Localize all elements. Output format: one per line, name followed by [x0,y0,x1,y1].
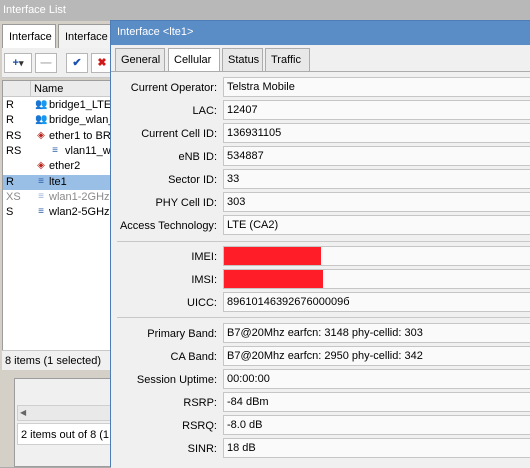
ethernet-icon: ◈ [37,160,45,172]
interface-table: Name R 👥 bridge1_LTE R 👥 bridge_wlan_ RS ◈ ether… [2,80,119,370]
add-button[interactable]: +▾ [4,53,32,73]
close-icon: ✖ [97,57,107,69]
current-operator-label: Current Operator: [130,82,217,94]
bridge-icon: 👥 [35,99,48,110]
secondary-list-panel: ◀ 2 items out of 8 (1 s [14,378,118,467]
phy-cell-id-field[interactable]: 303 [223,192,530,212]
ca-band-label: CA Band: [170,351,217,363]
column-header-name[interactable]: Name [34,83,63,95]
scroll-left-icon[interactable]: ◀ [20,408,26,417]
minus-icon: — [40,57,52,69]
imei-field[interactable] [223,246,530,266]
imsi-field[interactable] [223,269,530,289]
ca-band-field[interactable]: B7@20Mhz earfcn: 2950 phy-cellid: 342 [223,346,530,366]
section-divider [117,241,530,242]
row-name: ether2 [49,160,81,173]
sector-id-field[interactable]: 33 [223,169,530,189]
cellular-tab-panel: Current Operator: Telstra Mobile LAC: 12… [111,71,530,468]
row-name: vlan11_w [65,144,111,157]
row-name: wlan1-2GHz [49,190,110,203]
uicc-label: UICC: [187,297,217,309]
imei-label: IMEI: [191,251,217,263]
interface-dialog: Interface <lte1> General Cellular Status… [110,20,530,468]
primary-band-field[interactable]: B7@20Mhz earfcn: 3148 phy-cellid: 303 [223,323,530,343]
section-divider [117,317,530,318]
rsrq-field[interactable]: -8.0 dB [223,415,530,435]
window-title: Interface List [0,0,530,21]
rsrq-label: RSRQ: [182,420,217,432]
row-name: wlan2-5GHz [49,206,110,219]
current-cell-id-label: Current Cell ID: [141,128,217,140]
imsi-redaction [224,270,323,288]
row-flags: R [6,175,14,188]
enable-button[interactable]: ✔ [66,53,88,73]
list-status-bar: 8 items (1 selected) [2,350,118,370]
row-flags: RS [6,129,22,142]
phy-cell-id-label: PHY Cell ID: [155,197,217,209]
enb-id-field[interactable]: 534887 [223,146,530,166]
list-toolbar: +▾ — ✔ ✖ [2,48,118,78]
session-uptime-label: Session Uptime: [136,374,217,386]
row-name: lte1 [49,175,67,188]
rsrp-label: RSRP: [183,397,217,409]
table-row[interactable]: RS ◈ ether1 to BR [3,129,119,144]
rsrp-field[interactable]: -84 dBm [223,392,530,412]
tab-traffic[interactable]: Traffic [265,48,310,71]
table-row[interactable]: R 👥 bridge_wlan_ [3,113,119,128]
access-technology-field[interactable]: LTE (CA2) [223,215,530,235]
tab-status[interactable]: Status [222,48,263,71]
wireless-icon: ≡ [38,190,44,202]
session-uptime-field[interactable]: 00:00:00 [223,369,530,389]
row-flags: RS [6,144,22,157]
row-name: bridge1_LTE [49,99,112,111]
table-row[interactable]: R ≡ lte1 [3,174,119,190]
row-name: ether1 to BR [49,129,111,142]
lac-field[interactable]: 12407 [223,100,530,120]
tab-cellular[interactable]: Cellular [168,48,220,72]
chevron-down-icon: ▾ [18,58,24,68]
sector-id-label: Sector ID: [168,174,217,186]
row-name: bridge_wlan_ [49,114,115,127]
ethernet-icon: ◈ [37,129,45,141]
remove-button[interactable]: — [35,53,57,73]
row-flags: XS [6,190,21,203]
dialog-title: Interface <lte1> [111,21,530,45]
current-operator-field[interactable]: Telstra Mobile [223,77,530,97]
enb-id-label: eNB ID: [178,151,217,163]
column-divider [30,81,31,97]
tab-general[interactable]: General [115,48,165,71]
access-technology-label: Access Technology: [119,220,217,232]
wireless-icon: ≡ [38,206,44,218]
horizontal-scrollbar[interactable]: ◀ [17,405,117,421]
table-row[interactable]: S ≡ wlan2-5GHz [3,205,119,220]
tab-interface-2[interactable]: Interface [58,24,118,48]
tab-interface[interactable]: Interface [2,24,56,48]
table-header: Name [3,81,119,97]
table-row[interactable]: ◈ ether2 [3,159,119,174]
check-icon: ✔ [72,57,82,69]
sinr-label: SINR: [187,443,217,455]
secondary-status-bar: 2 items out of 8 (1 s [17,423,117,445]
primary-band-label: Primary Band: [147,328,217,340]
lte-icon: ≡ [38,175,44,187]
table-row[interactable]: R 👥 bridge1_LTE [3,98,119,113]
table-row[interactable]: XS ≡ wlan1-2GHz [3,190,119,205]
imei-redaction [224,247,321,265]
imsi-label: IMSI: [191,274,217,286]
lac-label: LAC: [192,105,217,117]
uicc-field[interactable]: 8961014639267600009б [223,292,530,312]
vlan-icon: ≡ [52,144,58,156]
sinr-field[interactable]: 18 dB [223,438,530,458]
current-cell-id-field[interactable]: 136931105 [223,123,530,143]
table-row[interactable]: RS ≡ vlan11_w [3,144,119,159]
row-flags: R [6,99,14,111]
row-flags: R [6,114,14,127]
bridge-icon: 👥 [35,114,48,126]
row-flags: S [6,206,14,219]
